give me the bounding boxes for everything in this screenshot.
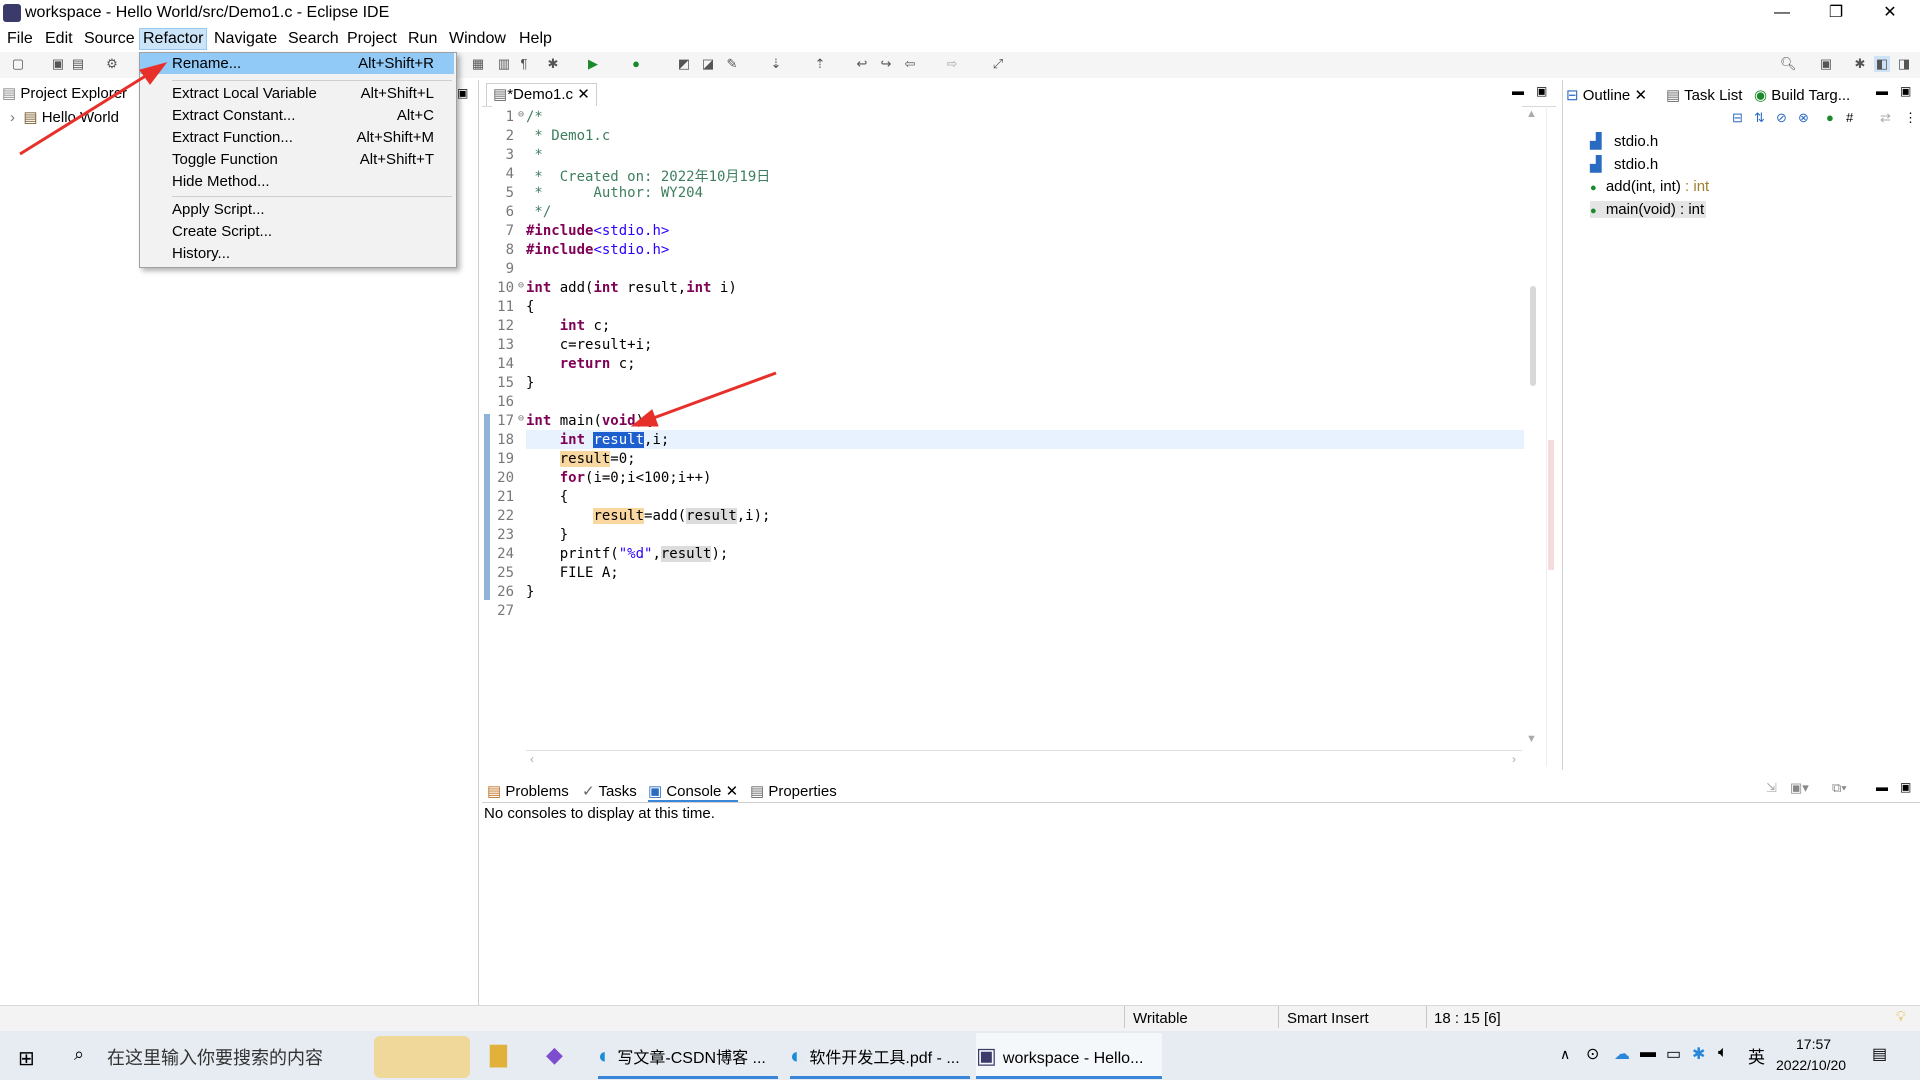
arrow-to-rename [19, 62, 168, 156]
annotation-arrows [19, 62, 777, 427]
arrow-to-result [630, 371, 777, 427]
